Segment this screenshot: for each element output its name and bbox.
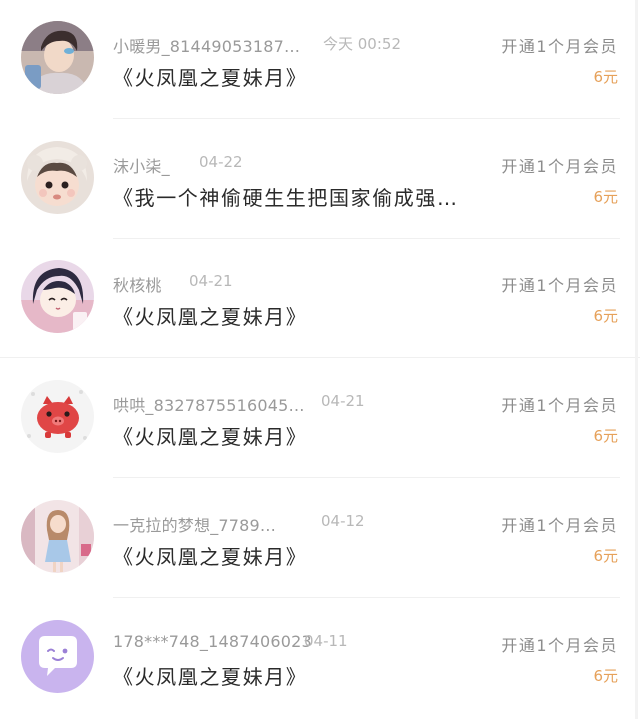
price: 6元 [593, 68, 618, 86]
boy-photo-avatar-icon [21, 21, 94, 94]
timestamp: 今天 00:52 [323, 35, 401, 53]
avatar[interactable] [21, 141, 94, 214]
avatar[interactable] [21, 620, 94, 693]
book-title[interactable]: 《我一个神偷硬生生把国家偷成强… [113, 182, 459, 211]
membership-action: 开通1个月会员 [501, 516, 618, 535]
avatar[interactable] [21, 21, 94, 94]
list-item[interactable]: 小暖男_81449053187… 今天 00:52 《火凤凰之夏妹月》 开通1个… [0, 0, 640, 119]
price: 6元 [593, 427, 618, 445]
avatar[interactable] [21, 380, 94, 453]
book-title[interactable]: 《火凤凰之夏妹月》 [113, 661, 307, 690]
divider [113, 118, 620, 119]
price: 6元 [593, 547, 618, 565]
timestamp: 04-21 [189, 272, 233, 290]
divider [113, 477, 620, 478]
list-item[interactable]: 沫小柒_ 04-22 《我一个神偷硬生生把国家偷成强… 开通1个月会员 6元 [0, 120, 640, 239]
anime-girl-avatar-icon [21, 260, 94, 333]
timestamp: 04-22 [199, 153, 243, 171]
timestamp: 04-11 [304, 632, 348, 650]
red-pig-avatar-icon [21, 380, 94, 453]
membership-action: 开通1个月会员 [501, 276, 618, 295]
membership-action: 开通1个月会员 [501, 396, 618, 415]
baby-photo-avatar-icon [21, 141, 94, 214]
avatar[interactable] [21, 500, 94, 573]
user-name[interactable]: 178***748_1487406023 [113, 632, 312, 651]
membership-action: 开通1个月会员 [501, 157, 618, 176]
price: 6元 [593, 667, 618, 685]
membership-action: 开通1个月会员 [501, 636, 618, 655]
book-title[interactable]: 《火凤凰之夏妹月》 [113, 62, 307, 91]
list-item[interactable]: 178***748_1487406023 04-11 《火凤凰之夏妹月》 开通1… [0, 599, 640, 718]
price: 6元 [593, 188, 618, 206]
list-item[interactable]: 秋核桃 04-21 《火凤凰之夏妹月》 开通1个月会员 6元 [0, 239, 640, 358]
divider [113, 597, 620, 598]
list-item[interactable]: 一克拉的梦想_7789… 04-12 《火凤凰之夏妹月》 开通1个月会员 6元 [0, 479, 640, 598]
timestamp: 04-12 [321, 512, 365, 530]
user-name[interactable]: 一克拉的梦想_7789… [113, 512, 276, 536]
list-item[interactable]: 哄哄_8327875516045… 04-21 《火凤凰之夏妹月》 开通1个月会… [0, 359, 640, 478]
divider [0, 357, 640, 358]
book-title[interactable]: 《火凤凰之夏妹月》 [113, 421, 307, 450]
book-title[interactable]: 《火凤凰之夏妹月》 [113, 301, 307, 330]
price: 6元 [593, 307, 618, 325]
doll-girl-avatar-icon [21, 500, 94, 573]
purchase-record-list: 小暖男_81449053187… 今天 00:52 《火凤凰之夏妹月》 开通1个… [0, 0, 640, 719]
user-name[interactable]: 哄哄_8327875516045… [113, 392, 305, 416]
membership-action: 开通1个月会员 [501, 37, 618, 56]
book-title[interactable]: 《火凤凰之夏妹月》 [113, 541, 307, 570]
user-name[interactable]: 沫小柒_ [113, 153, 170, 177]
chat-bubble-avatar-icon [21, 620, 94, 693]
user-name[interactable]: 小暖男_81449053187… [113, 33, 300, 57]
user-name[interactable]: 秋核桃 [113, 272, 162, 296]
scrollbar[interactable] [635, 0, 638, 719]
timestamp: 04-21 [321, 392, 365, 410]
avatar[interactable] [21, 260, 94, 333]
